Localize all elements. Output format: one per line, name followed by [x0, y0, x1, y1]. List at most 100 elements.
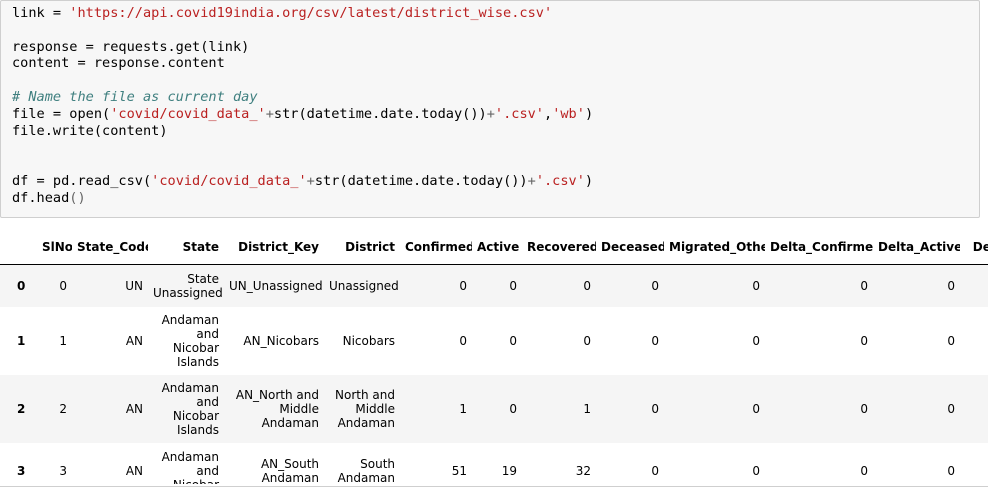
column-header: Delta_Confirmed [765, 230, 873, 265]
table-cell: 0 [651, 463, 659, 478]
code-token: # Name the file as current day [12, 88, 258, 105]
code-token: + [306, 172, 315, 189]
table-cell: 0 [459, 333, 467, 348]
table-cell: State Unassigned [153, 271, 223, 300]
table-cell: 0 [651, 278, 659, 293]
code-token: 'wb' [552, 105, 585, 122]
row-index: 1 [17, 333, 26, 348]
code-line: response = requests.get(link) [12, 39, 979, 56]
table-cell: 0 [860, 333, 868, 348]
table-cell: 0 [860, 463, 868, 478]
code-token: + [527, 172, 536, 189]
code-token: + [486, 105, 495, 122]
table-cell: 0 [860, 278, 868, 293]
table-cell: Unassigned [329, 278, 399, 293]
code-token: '.csv' [535, 172, 585, 189]
code-cell-input[interactable]: link = 'https://api.covid19india.org/csv… [0, 0, 980, 218]
code-line: link = 'https://api.covid19india.org/csv… [12, 5, 979, 22]
code-token: response = requests.get(link) [12, 38, 250, 55]
code-token: ) [584, 105, 594, 122]
row-index: 2 [17, 401, 26, 416]
table-cell: AN [125, 333, 143, 348]
table-cell: Andaman and Nicobar Islands [161, 380, 219, 437]
row-index: 0 [17, 278, 26, 293]
column-header: Migrated_Other [664, 230, 765, 265]
table-cell [960, 375, 988, 443]
table-cell: AN_South Andaman [260, 456, 319, 485]
table-cell: 19 [501, 463, 517, 478]
table-cell: AN [125, 401, 143, 416]
code-token: 'covid/covid_data_' [151, 172, 307, 189]
table-cell: 0 [459, 278, 467, 293]
code-line: df = pd.read_csv('covid/covid_data_'+str… [12, 173, 979, 190]
table-cell: 0 [509, 401, 517, 416]
column-header: Recovered [522, 230, 596, 265]
column-header: Confirmed [400, 230, 472, 265]
table-cell: 0 [752, 463, 760, 478]
column-header: Delta_Active [873, 230, 960, 265]
table-cell: 0 [860, 401, 868, 416]
table-cell: UN_Unassigned [229, 278, 323, 293]
table-row: 3 3 AN Andaman and Nicobar AN_South Andaman S… [0, 442, 988, 485]
column-header: Deceased [596, 230, 664, 265]
code-token: content = response.content [12, 55, 225, 72]
table-row: 0 0 UN State Unassigned UN_Unassigned Unassig… [0, 264, 988, 307]
table-cell: AN_Nicobars [243, 333, 319, 348]
table-cell: 0 [583, 278, 591, 293]
code-token: 'https://api.covid19india.org/csv/latest… [69, 5, 553, 21]
table-cell: AN_North and Middle Andaman [235, 387, 319, 430]
table-cell: South Andaman [337, 456, 395, 485]
code-token: file = open( [12, 105, 111, 122]
code-line: file = open('covid/covid_data_' +str(date… [12, 106, 979, 123]
column-header: State_Code [72, 230, 148, 265]
code-line: df.head() [12, 190, 979, 207]
table-cell: 0 [752, 333, 760, 348]
table-cell: Nicobars [342, 333, 395, 348]
column-header: District_Key [224, 230, 324, 265]
table-cell: 0 [509, 333, 517, 348]
column-header: Active [472, 230, 522, 265]
table-cell: AN [125, 463, 143, 478]
table-cell: 0 [509, 278, 517, 293]
table-cell: 1 [459, 401, 467, 416]
code-token: link = [12, 5, 70, 21]
code-token: df = pd.read_csv( [12, 172, 152, 189]
table-cell: 0 [947, 401, 955, 416]
code-line: file.write(content) [12, 123, 979, 140]
table-cell: Andaman and Nicobar Islands [161, 312, 219, 369]
table-cell: 2 [59, 401, 67, 416]
column-header: Del [960, 230, 988, 265]
table-cell: North and Middle Andaman [335, 387, 395, 430]
table-body: 0 0 UN State Unassigned UN_Unassigned Unassig… [0, 264, 988, 485]
table-cell: 0 [752, 401, 760, 416]
code-token: , [544, 105, 553, 122]
table-cell: 0 [583, 333, 591, 348]
table-cell: 0 [752, 278, 760, 293]
table-cell: 0 [651, 333, 659, 348]
code-token: () [69, 189, 86, 206]
table-cell: Andaman and Nicobar [161, 449, 219, 485]
table-cell: 0 [947, 278, 955, 293]
code-token: str(datetime.date.today()) [273, 105, 487, 122]
table-cell [960, 443, 988, 485]
table-cell: 0 [947, 463, 955, 478]
table-cell: UN [125, 278, 143, 293]
table-cell: 3 [59, 463, 67, 478]
cell-divider [0, 486, 988, 487]
table-cell [960, 265, 988, 307]
code-token: str(datetime.date.today()) [314, 172, 528, 189]
code-token: ) [584, 172, 594, 189]
code-line: content = response.content [12, 55, 979, 72]
code-token: 'covid/covid_data_' [110, 105, 266, 122]
table-header-row: SlNo State_Code State District_Key District C… [0, 230, 988, 265]
code-token: '.csv' [494, 105, 544, 122]
row-index: 3 [17, 463, 26, 478]
dataframe-table: SlNo State_Code State District_Key District C… [0, 230, 988, 484]
column-header: SlNo [37, 230, 72, 265]
table-cell: 0 [59, 278, 67, 293]
table-cell: 51 [451, 463, 467, 478]
